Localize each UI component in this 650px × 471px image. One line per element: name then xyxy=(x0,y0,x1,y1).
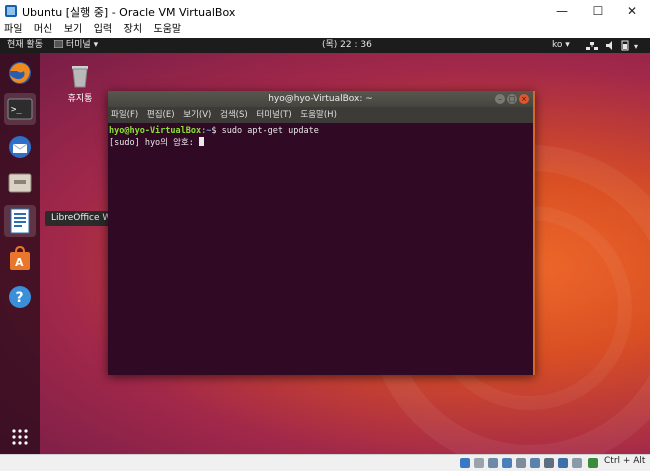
hard-disk-icon[interactable] xyxy=(460,458,470,468)
minimize-button[interactable]: — xyxy=(544,0,580,22)
terminal-title: hyo@hyo-VirtualBox: ~ xyxy=(268,94,373,104)
dock-software[interactable]: A xyxy=(4,243,36,275)
terminal-line-command: hyo@hyo-VirtualBox:~$ sudo apt-get updat… xyxy=(109,126,534,137)
activities-button[interactable]: 현재 활동 xyxy=(7,38,43,53)
trash-label: 휴지통 xyxy=(67,94,93,104)
app-menu-label: 터미널 ▾ xyxy=(65,40,99,50)
network-adapter-icon[interactable] xyxy=(502,458,512,468)
virtualbox-icon xyxy=(5,5,17,17)
terminal-menu-help[interactable]: 도움말(H) xyxy=(297,107,339,123)
dock-show-apps[interactable] xyxy=(4,421,36,453)
audio-icon[interactable] xyxy=(488,458,498,468)
window-titlebar: Ubuntu [실행 중] - Oracle VM VirtualBox — ☐… xyxy=(0,0,650,22)
terminal-body[interactable]: hyo@hyo-VirtualBox:~$ sudo apt-get updat… xyxy=(108,123,534,378)
dock-help[interactable]: ? xyxy=(4,281,36,313)
files-icon xyxy=(8,173,32,193)
trash-icon xyxy=(72,66,88,88)
dock-terminal[interactable]: >_ xyxy=(4,93,36,125)
close-button[interactable]: ✕ xyxy=(614,0,650,22)
system-menu-chevron-icon: ▾ xyxy=(634,42,638,51)
video-capture-icon[interactable] xyxy=(558,458,568,468)
svg-text:?: ? xyxy=(16,290,24,306)
help-icon: ? xyxy=(9,286,31,308)
host-key-label: Ctrl + Alt xyxy=(604,456,646,466)
dock-firefox[interactable] xyxy=(4,57,36,89)
svg-text:A: A xyxy=(15,256,24,269)
menu-input[interactable]: 입력 xyxy=(90,22,116,38)
maximize-button[interactable]: ☐ xyxy=(580,0,616,22)
input-language[interactable]: ko ▾ xyxy=(552,38,570,53)
menu-devices[interactable]: 장치 xyxy=(120,22,146,38)
dock-files[interactable] xyxy=(4,167,36,199)
prompt-user: hyo@hyo-VirtualBox xyxy=(109,126,202,136)
svg-text:>_: >_ xyxy=(11,105,22,115)
window-title: Ubuntu [실행 중] - Oracle VM VirtualBox xyxy=(22,6,236,19)
vm-statusbar: Ctrl + Alt xyxy=(0,454,650,471)
desktop-trash[interactable]: 휴지통 xyxy=(60,62,100,104)
firefox-icon xyxy=(9,62,31,84)
terminal-line-sudo: [sudo] hyo의 암호: xyxy=(109,137,534,149)
terminal-minimize-button[interactable]: – xyxy=(495,94,505,104)
command-text: sudo apt-get update xyxy=(216,126,319,136)
terminal-menu-edit[interactable]: 편집(E) xyxy=(144,107,178,123)
terminal-maximize-button[interactable]: □ xyxy=(507,94,517,104)
apps-grid-icon xyxy=(12,429,28,445)
terminal-small-icon xyxy=(53,39,64,49)
keyboard-capture-icon[interactable] xyxy=(588,458,598,468)
guest-screen[interactable]: 현재 활동 터미널 ▾ (목) 22 : 36 ko ▾ ▾ >_ A ? 휴지… xyxy=(0,38,650,454)
usb-icon[interactable] xyxy=(516,458,526,468)
app-menu-terminal[interactable]: 터미널 ▾ xyxy=(53,38,99,53)
sudo-prompt: [sudo] hyo의 암호: xyxy=(109,138,199,148)
optical-drive-icon[interactable] xyxy=(474,458,484,468)
terminal-menu-view[interactable]: 보기(V) xyxy=(180,107,214,123)
dock-thunderbird[interactable] xyxy=(4,131,36,163)
battery-icon xyxy=(621,40,629,51)
terminal-menubar: 파일(F) 편집(E) 보기(V) 검색(S) 터미널(T) 도움말(H) xyxy=(108,107,533,123)
writer-icon xyxy=(10,208,30,234)
terminal-menu-file[interactable]: 파일(F) xyxy=(108,107,141,123)
ubuntu-dock: >_ A ? xyxy=(0,53,40,454)
prompt-path: :~ xyxy=(201,126,212,136)
guest-topbar: 현재 활동 터미널 ▾ (목) 22 : 36 ko ▾ ▾ xyxy=(0,38,650,53)
display-icon[interactable] xyxy=(544,458,554,468)
thunderbird-icon xyxy=(9,136,31,158)
menu-help[interactable]: 도움말 xyxy=(150,22,186,38)
mouse-integration-icon[interactable] xyxy=(572,458,582,468)
system-tray[interactable]: ▾ xyxy=(584,38,646,53)
shared-folders-icon[interactable] xyxy=(530,458,540,468)
host-menubar: 파일 머신 보기 입력 장치 도움말 xyxy=(0,22,650,39)
menu-view[interactable]: 보기 xyxy=(60,22,86,38)
terminal-icon: >_ xyxy=(7,98,33,120)
menu-file[interactable]: 파일 xyxy=(0,22,26,38)
dock-libreoffice-writer[interactable] xyxy=(4,205,36,237)
terminal-close-button[interactable]: × xyxy=(519,94,529,104)
terminal-menu-search[interactable]: 검색(S) xyxy=(217,107,251,123)
volume-icon xyxy=(606,41,612,50)
terminal-titlebar[interactable]: hyo@hyo-VirtualBox: ~ – □ × xyxy=(108,91,533,107)
network-icon xyxy=(586,42,598,50)
text-cursor xyxy=(199,137,204,146)
terminal-window[interactable]: hyo@hyo-VirtualBox: ~ – □ × 파일(F) 편집(E) … xyxy=(108,91,535,375)
clock[interactable]: (목) 22 : 36 xyxy=(322,38,372,53)
menu-machine[interactable]: 머신 xyxy=(30,22,56,38)
terminal-menu-terminal[interactable]: 터미널(T) xyxy=(253,107,294,123)
software-icon: A xyxy=(10,246,30,270)
